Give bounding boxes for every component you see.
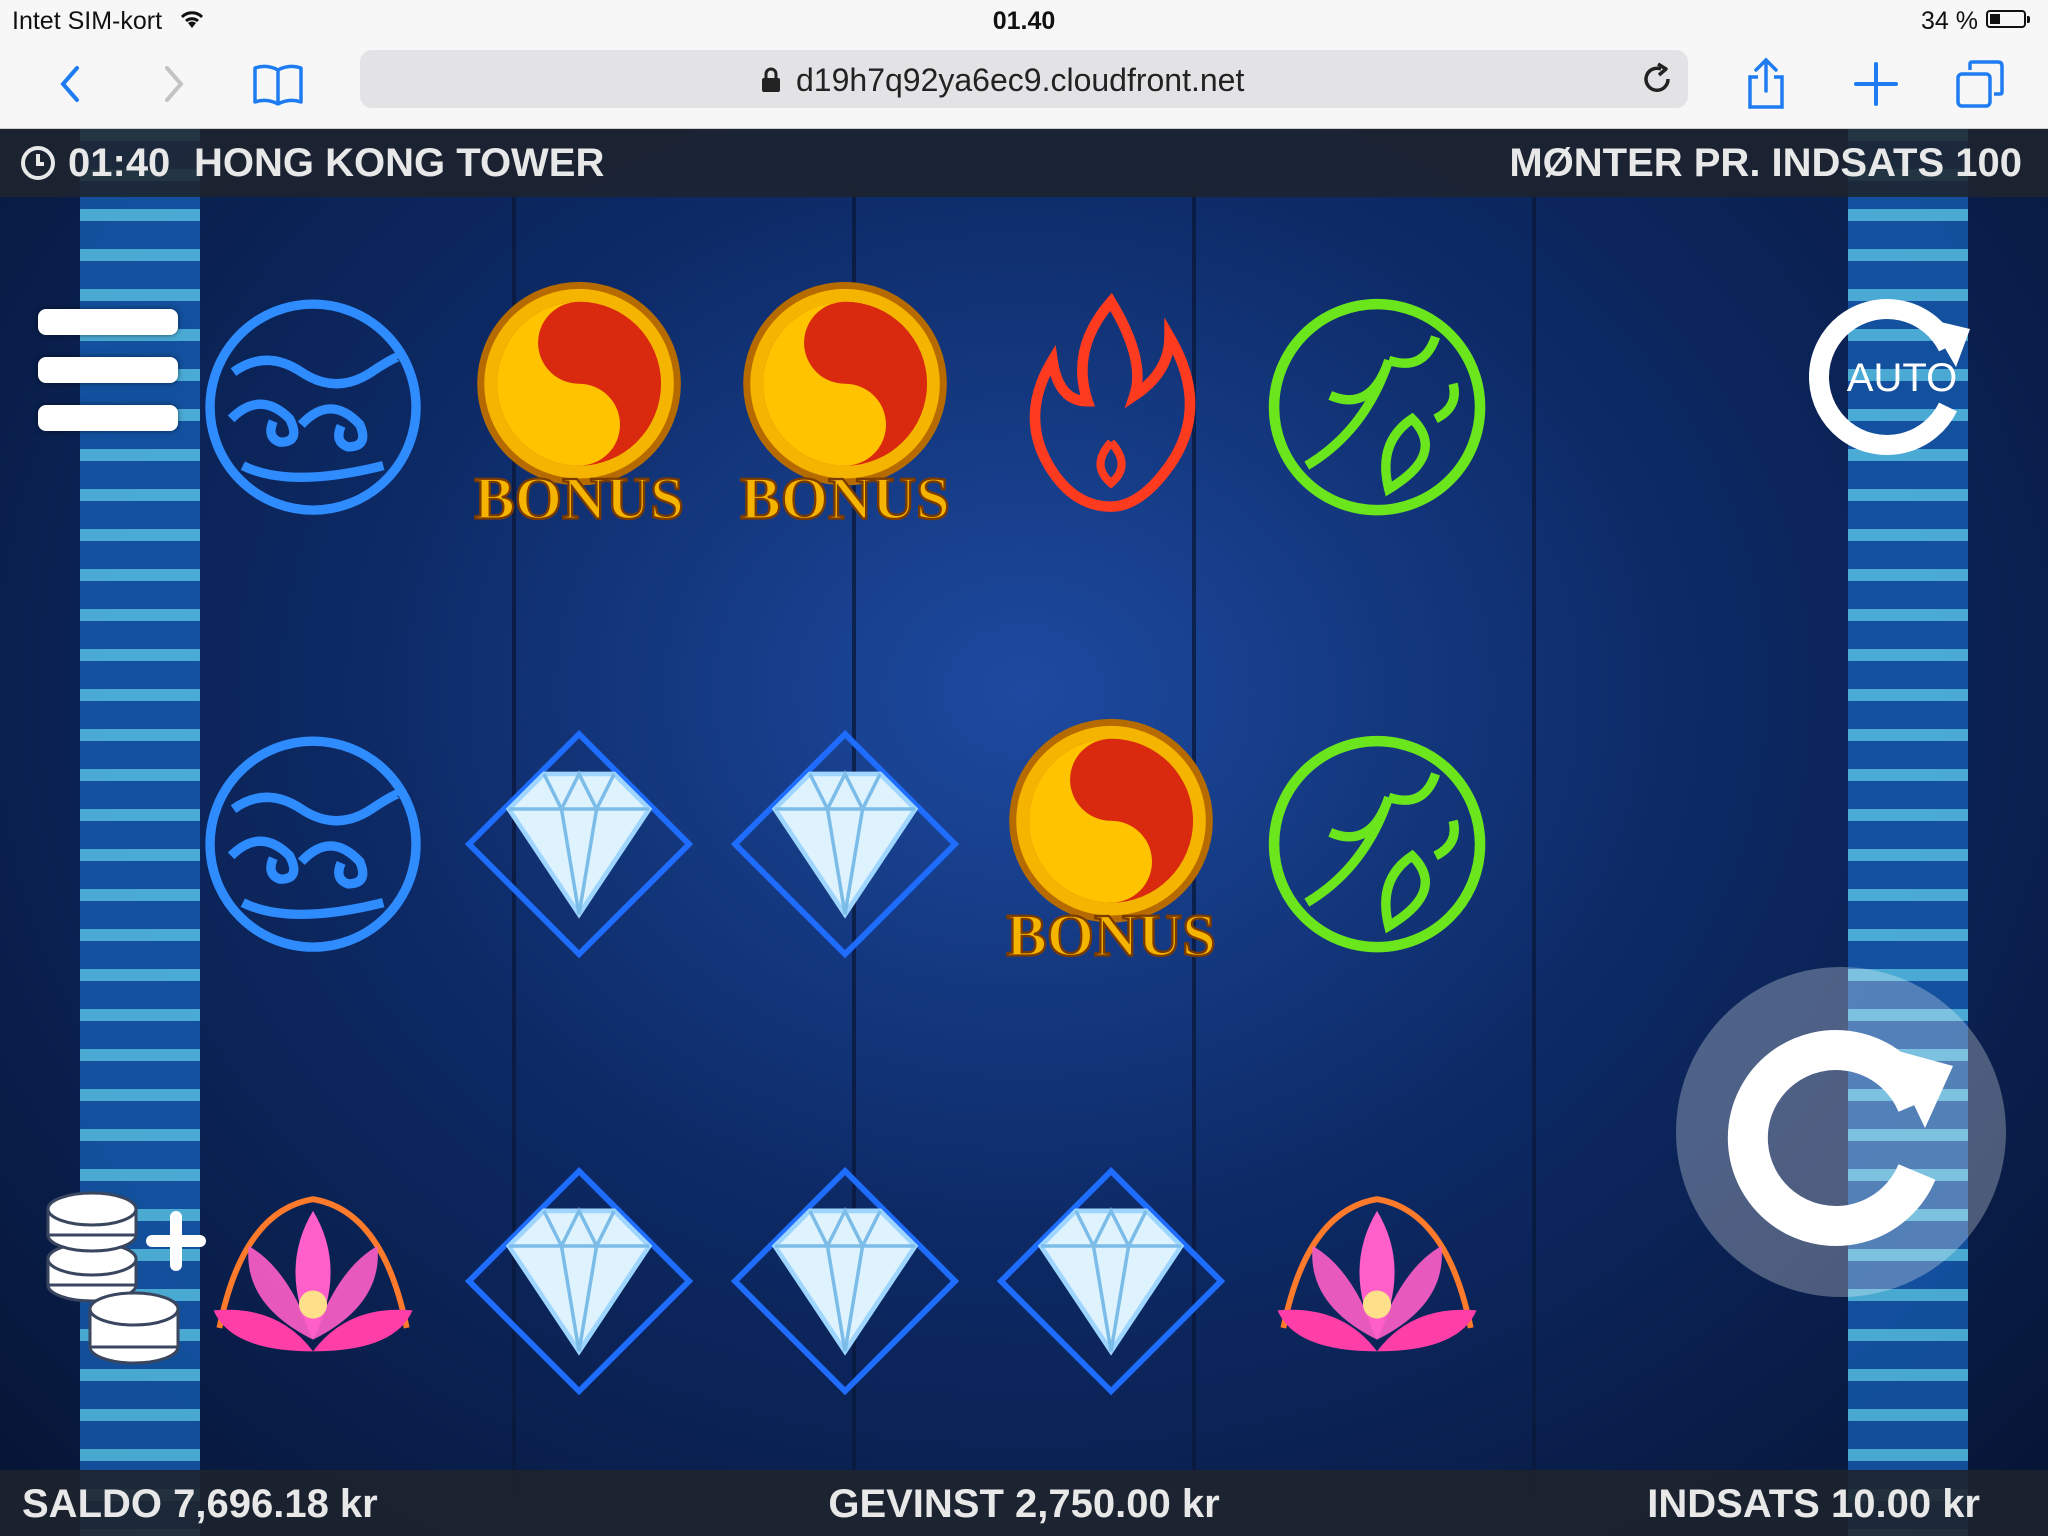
bookmarks-button[interactable]	[248, 54, 308, 114]
reel-cell-bonus: BONUS	[712, 189, 978, 626]
bonus-label: BONUS	[474, 466, 684, 533]
hamburger-icon	[38, 309, 178, 335]
reel-cell-diamond	[978, 1062, 1244, 1499]
chevron-right-icon	[165, 66, 184, 102]
bonus-label: BONUS	[740, 466, 950, 533]
reel-cell-diamond	[446, 1062, 712, 1499]
status-time: 01.40	[992, 7, 1056, 35]
diamond-symbol-icon	[996, 1166, 1226, 1395]
battery-percent: 34 %	[1921, 7, 1978, 35]
diamond-symbol-icon	[464, 1166, 694, 1395]
game-time: 01:40	[68, 141, 171, 185]
reel-cell-water	[180, 626, 446, 1063]
back-button[interactable]	[40, 54, 100, 114]
diamond-symbol-icon	[464, 729, 694, 959]
share-icon	[1748, 57, 1784, 109]
yin-yang-bonus-icon: BONUS	[473, 282, 685, 534]
clock-icon	[21, 146, 55, 180]
water-symbol-icon	[205, 299, 421, 516]
diamond-symbol-icon	[730, 1166, 960, 1395]
lotus-symbol-icon	[213, 1195, 413, 1351]
diamond-symbol-icon	[730, 729, 960, 959]
share-button[interactable]	[1736, 54, 1796, 114]
leaf-symbol-icon	[1268, 299, 1486, 516]
autoplay-button[interactable]: AUTO	[1808, 289, 1978, 459]
reel-cell-bonus: BONUS	[446, 189, 712, 626]
slot-game: BONUS BONUS BONUS 01:40 HONG KONG TOWER …	[0, 129, 2048, 1536]
reel-cell-fire	[978, 189, 1244, 626]
autoplay-label: AUTO	[1847, 356, 1957, 400]
fire-symbol-icon	[1029, 293, 1196, 513]
battery-icon	[1986, 10, 2030, 28]
spin-button[interactable]	[1676, 967, 2006, 1297]
address-bar[interactable]: d19h7q92ya6ec9.cloudfront.net	[360, 50, 1688, 108]
water-symbol-icon	[205, 736, 421, 952]
lotus-symbol-icon	[1277, 1195, 1477, 1351]
yin-yang-bonus-icon: BONUS	[739, 282, 951, 534]
browser-toolbar: d19h7q92ya6ec9.cloudfront.net	[0, 40, 2048, 129]
forward-button[interactable]	[144, 54, 204, 114]
game-title: HONG KONG TOWER	[194, 141, 605, 185]
yin-yang-bonus-icon: BONUS	[1005, 718, 1217, 970]
reel-cell-bonus: BONUS	[978, 626, 1244, 1063]
bet-button[interactable]	[42, 1189, 222, 1369]
game-footer: SALDO 7,696.18 kr GEVINST 2,750.00 kr IN…	[0, 1470, 2048, 1536]
reel-grid: BONUS BONUS BONUS	[180, 189, 1510, 1499]
reel-cell-leaf	[1244, 189, 1510, 626]
book-icon	[253, 64, 303, 106]
reel-cell-diamond	[446, 626, 712, 1063]
bonus-label: BONUS	[1006, 902, 1216, 969]
game-header: 01:40 HONG KONG TOWER MØNTER PR. INDSATS…	[0, 129, 2048, 197]
coins-per-bet: MØNTER PR. INDSATS 100	[1509, 141, 2022, 185]
status-bar: Intet SIM-kort 01.40 34 %	[0, 0, 2048, 40]
menu-button[interactable]	[38, 309, 178, 453]
tabs-icon	[1956, 60, 2004, 108]
reel-cell-diamond	[712, 1062, 978, 1499]
tabs-button[interactable]	[1950, 54, 2010, 114]
url-text: d19h7q92ya6ec9.cloudfront.net	[796, 62, 1245, 98]
reel-divider	[1532, 189, 1536, 1499]
reel-cell-diamond	[712, 626, 978, 1063]
reel-cell-water	[180, 189, 446, 626]
spin-icon	[1727, 1030, 1953, 1246]
lock-icon	[762, 67, 780, 92]
chevron-left-icon	[60, 66, 79, 102]
coins-icon	[46, 1191, 206, 1365]
autoplay-icon: AUTO	[1808, 299, 1970, 455]
new-tab-button[interactable]	[1846, 54, 1906, 114]
reload-icon	[1644, 62, 1670, 92]
reel-cell-leaf	[1244, 626, 1510, 1063]
bet-text: INDSATS 10.00 kr	[1647, 1482, 1980, 1526]
plus-icon	[1854, 62, 1898, 106]
leaf-symbol-icon	[1268, 735, 1486, 953]
reel-cell-lotus	[1244, 1062, 1510, 1499]
